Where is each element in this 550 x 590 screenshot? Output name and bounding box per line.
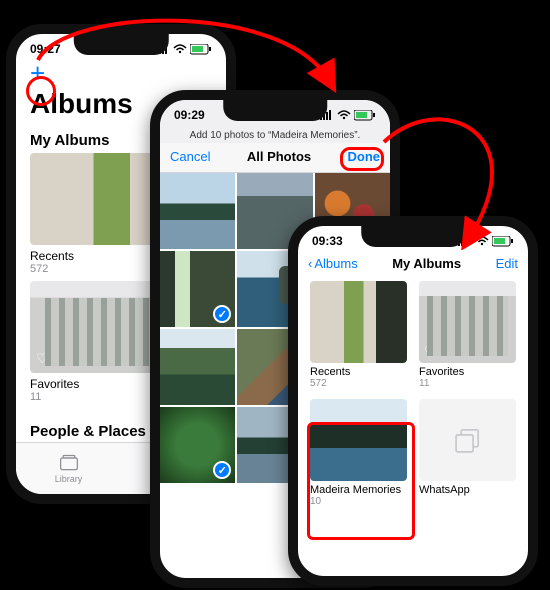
notch (361, 225, 465, 247)
heart-icon: ♡ (424, 344, 435, 358)
photo-cell[interactable]: ✓ (160, 251, 235, 327)
photo-cell[interactable] (160, 329, 235, 405)
album-recents[interactable]: Recents 572 (310, 281, 407, 389)
battery-icon (354, 110, 376, 121)
album-favorites[interactable]: ♡ Favorites 11 (419, 281, 516, 389)
tab-label: Library (55, 474, 83, 484)
wifi-icon (173, 44, 187, 54)
edit-button[interactable]: Edit (496, 256, 518, 271)
wifi-icon (475, 236, 489, 246)
cancel-button[interactable]: Cancel (170, 149, 210, 164)
highlight-new-album (307, 422, 415, 540)
album-name: Recents (310, 363, 407, 378)
selection-toast: Add 10 photos to “Madeira Memories”. (160, 126, 390, 143)
highlight-done-button (340, 147, 384, 171)
album-thumb (310, 281, 407, 363)
album-thumb-placeholder (419, 399, 516, 481)
wifi-icon (337, 110, 351, 120)
album-name: Favorites (419, 363, 516, 378)
status-time: 09:29 (174, 108, 205, 122)
phone-my-albums: 09:33 ‹ Albums My Albums Edit Recents 57… (288, 216, 538, 586)
page-title: My Albums (392, 256, 461, 271)
battery-icon (492, 236, 514, 247)
status-indicators (320, 110, 376, 121)
back-button[interactable]: ‹ Albums (308, 256, 358, 271)
tab-library[interactable]: Library (16, 443, 121, 494)
status-time: 09:33 (312, 234, 343, 248)
notch (74, 33, 169, 55)
section-label: My Albums (30, 132, 109, 149)
notch (223, 99, 327, 121)
status-indicators (458, 236, 514, 247)
stack-icon (451, 423, 485, 457)
heart-icon: ♡ (36, 350, 49, 367)
back-label: Albums (314, 256, 357, 271)
selected-check-icon: ✓ (213, 305, 231, 323)
chevron-left-icon: ‹ (308, 256, 312, 271)
library-icon (59, 454, 79, 472)
album-whatsapp[interactable]: WhatsApp (419, 399, 516, 507)
album-name: WhatsApp (419, 481, 516, 496)
album-count: 572 (310, 378, 407, 389)
status-time: 09:27 (30, 42, 61, 56)
album-thumb: ♡ (419, 281, 516, 363)
battery-icon (190, 44, 212, 55)
albums-navbar: ‹ Albums My Albums Edit (298, 252, 528, 277)
highlight-add-button (26, 76, 56, 106)
picker-title: All Photos (247, 149, 311, 164)
album-count: 11 (419, 378, 516, 389)
photo-cell[interactable]: ✓ (160, 407, 235, 483)
selected-check-icon: ✓ (213, 461, 231, 479)
photo-cell[interactable] (160, 173, 235, 249)
section-label: People & Places (30, 423, 146, 440)
